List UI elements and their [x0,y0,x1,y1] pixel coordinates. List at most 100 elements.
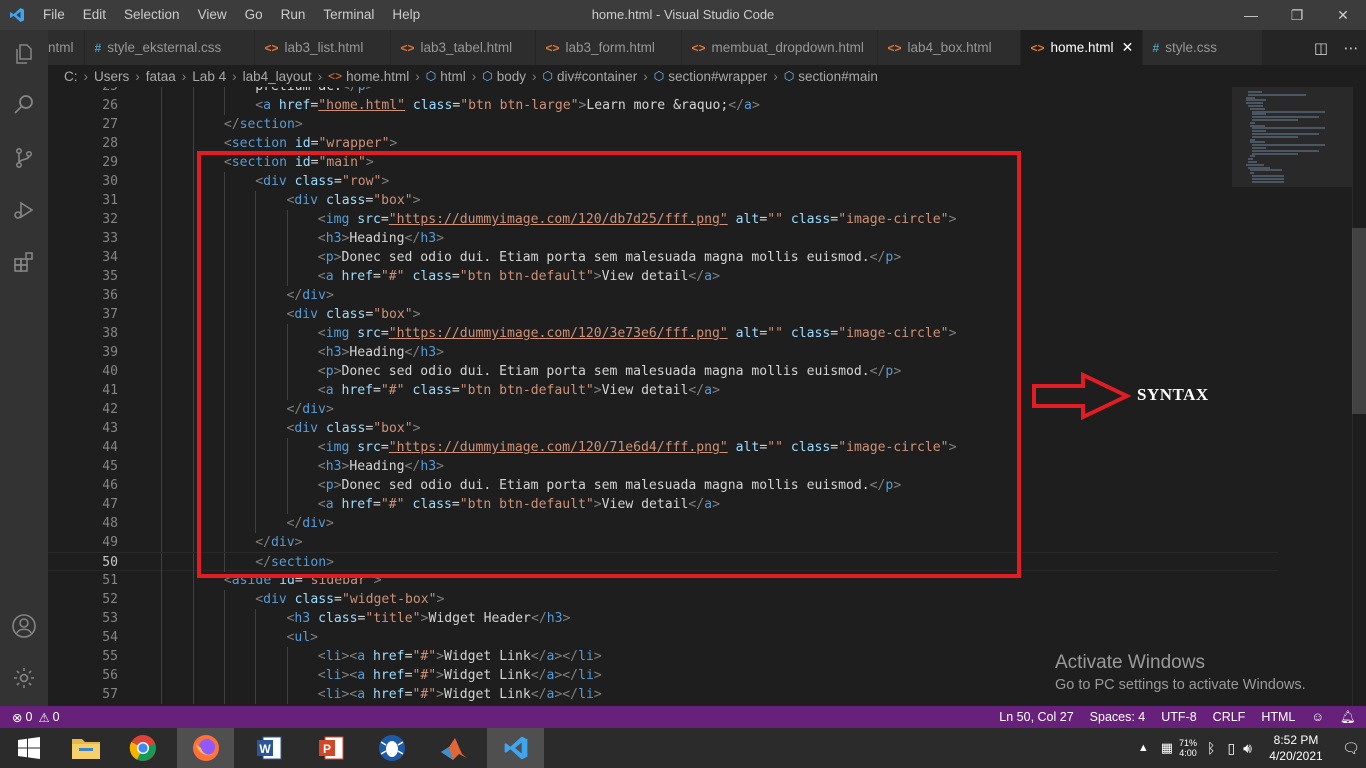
breadcrumb-item[interactable]: lab4_layout [243,69,312,84]
menu-file[interactable]: File [34,0,74,30]
minimap-line [1250,172,1254,175]
tab-style-css[interactable]: # style.css [1142,30,1263,65]
status-bar: ⊗ 0 ⚠ 0 Ln 50, Col 27 Spaces: 4 UTF-8 CR… [0,706,1366,728]
tab-lab3-tabel[interactable]: <> lab3_tabel.html [390,30,536,65]
tab-lab4-box[interactable]: <> lab4_box.html [877,30,1021,65]
feedback-icon[interactable]: ☺ [1311,710,1324,724]
indent-guide [161,553,163,572]
indent-guide [161,362,163,381]
more-actions-icon[interactable]: ⋯ [1336,39,1366,57]
problems-indicator[interactable]: ⊗ 0 ⚠ 0 [0,710,60,725]
tab-label: style_eksternal.css [107,40,222,55]
code-line[interactable]: 26 <a href="home.html" class="btn btn-lar… [48,96,1278,115]
indent-guide [223,96,225,115]
volume-icon[interactable]: 🔊︎ [1243,740,1252,757]
line-number: 42 [102,402,118,417]
accounts-icon[interactable] [0,602,48,650]
battery-icon[interactable]: ▯ [1227,740,1235,757]
code-line[interactable]: 52 <div class="widget-box"> [48,590,1278,609]
menu-run[interactable]: Run [272,0,315,30]
bluetooth-icon[interactable]: ᛒ [1207,740,1215,756]
source-control-icon[interactable] [0,134,48,182]
breadcrumb-item[interactable]: section#wrapper [668,69,767,84]
tab-home[interactable]: <> home.html ✕ [1020,30,1143,65]
breadcrumb-item[interactable]: fataa [146,69,176,84]
annotation-highlight-box [197,151,1021,578]
manage-gear-icon[interactable] [0,654,48,702]
code-line[interactable]: 27 </section> [48,115,1278,134]
breadcrumb-item[interactable]: section#main [798,69,878,84]
indent-guide [286,666,288,685]
html-icon: <> [328,69,343,83]
tab-html-partial[interactable]: ntml [48,30,85,65]
tab-lab3-list[interactable]: <> lab3_list.html [254,30,391,65]
matlab-icon[interactable] [425,728,482,768]
line-number: 37 [102,307,118,322]
editor-tabs: ntml # style_eksternal.css <> lab3_list.… [48,30,1366,65]
show-hidden-icons-icon[interactable]: ▲ [1138,742,1149,754]
minimap-line [1252,180,1285,183]
indent-guide [192,438,194,457]
indent-guide [161,609,163,628]
minimize-button[interactable]: — [1228,0,1274,30]
indentation[interactable]: Spaces: 4 [1090,710,1146,724]
menu-go[interactable]: Go [236,0,272,30]
explorer-icon[interactable] [0,30,48,78]
menu-terminal[interactable]: Terminal [314,0,383,30]
tab-lab3-form[interactable]: <> lab3_form.html [535,30,682,65]
close-button[interactable]: ✕ [1320,0,1366,30]
tab-membuat-dropdown[interactable]: <> membuat_dropdown.html [681,30,878,65]
minimap-line [1252,116,1319,119]
notifications-bell-icon[interactable]: 🔔︎ [1340,710,1356,725]
indent-guide [161,476,163,495]
app-bug-icon[interactable] [363,728,420,768]
powerpoint-icon[interactable]: P [302,728,359,768]
menu-edit[interactable]: Edit [74,0,115,30]
indent-guide [192,381,194,400]
breadcrumb-item[interactable]: body [497,69,526,84]
breadcrumb-item[interactable]: home.html [346,69,409,84]
minimap[interactable] [1232,87,1352,706]
word-icon[interactable]: W [240,728,297,768]
restore-button[interactable]: ❐ [1274,0,1320,30]
code-line[interactable]: 53 <h3 class="title">Widget Header</h3> [48,609,1278,628]
network-icon[interactable]: ▦ [1161,740,1173,756]
tab-label: lab3_list.html [284,40,364,55]
line-number: 38 [102,326,118,341]
error-count: 0 [25,710,33,724]
windows-start-icon[interactable] [0,728,57,768]
breadcrumb-item[interactable]: div#container [557,69,637,84]
search-icon[interactable] [0,80,48,128]
line-number: 57 [102,687,118,702]
indent-guide [255,628,257,647]
vscode-icon[interactable] [487,728,544,768]
breadcrumb-item[interactable]: Users [94,69,129,84]
indent-guide [286,685,288,704]
scrollbar-thumb[interactable] [1352,228,1366,414]
end-of-line[interactable]: CRLF [1213,710,1246,724]
line-number: 40 [102,364,118,379]
chrome-icon[interactable] [114,728,171,768]
tab-style-eksternal[interactable]: # style_eksternal.css [84,30,255,65]
file-explorer-icon[interactable] [57,728,114,768]
breadcrumb-item[interactable]: C: [64,69,78,84]
encoding[interactable]: UTF-8 [1161,710,1196,724]
menu-selection[interactable]: Selection [115,0,189,30]
menu-help[interactable]: Help [383,0,429,30]
firefox-icon[interactable] [177,728,234,768]
code-line[interactable]: 25 pretium ac.</p> [48,87,1278,96]
cursor-position[interactable]: Ln 50, Col 27 [999,710,1073,724]
action-center-icon[interactable]: 🗨︎ [1336,740,1366,757]
language-mode[interactable]: HTML [1261,710,1295,724]
menu-view[interactable]: View [189,0,236,30]
code-line[interactable]: 54 <ul> [48,628,1278,647]
indent-guide [192,153,194,172]
split-editor-icon[interactable]: ◫ [1306,39,1336,57]
close-icon[interactable]: ✕ [1122,39,1134,56]
breadcrumb-item[interactable]: html [440,69,466,84]
breadcrumb-item[interactable]: Lab 4 [192,69,226,84]
extensions-icon[interactable] [0,238,48,286]
clock-date: 4/20/2021 [1269,749,1323,763]
run-debug-icon[interactable] [0,186,48,234]
clock[interactable]: 8:52 PM 4/20/2021 [1256,732,1336,764]
